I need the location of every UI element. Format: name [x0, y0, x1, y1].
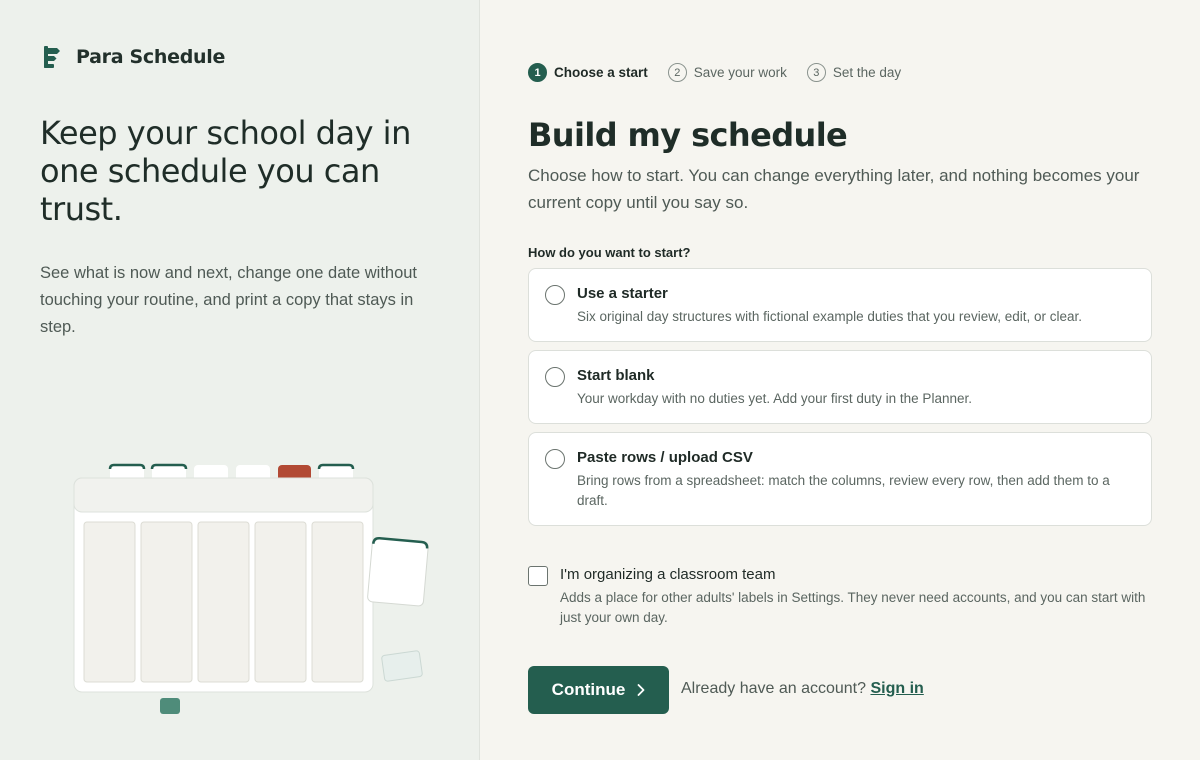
- sign-in-link[interactable]: Sign in: [870, 680, 923, 697]
- step-number: 3: [806, 63, 826, 82]
- option-title: Start blank: [577, 367, 655, 384]
- page-subtitle: Choose how to start. You can change ever…: [528, 166, 1140, 212]
- option-description: Six original day structures with fiction…: [577, 309, 1082, 324]
- option-start-blank[interactable]: Start blank Your workday with no duties …: [528, 350, 1152, 424]
- step-label: Set the day: [832, 65, 902, 80]
- option-use-starter[interactable]: Use a starter Six original day structure…: [528, 268, 1152, 342]
- signpost-logo-icon: [44, 46, 60, 68]
- option-paste-csv[interactable]: Paste rows / upload CSV Bring rows from …: [528, 432, 1152, 526]
- classroom-team-label[interactable]: I'm organizing a classroom team: [560, 566, 775, 583]
- progress-stepper: 1 Choose a start 2 Save your work 3 Set …: [528, 63, 901, 82]
- option-title: Paste rows / upload CSV: [577, 449, 753, 466]
- intro-panel: Para Schedule Keep your school day in on…: [0, 0, 480, 760]
- brand-name: Para Schedule: [76, 46, 226, 68]
- chevron-right-icon: [637, 684, 645, 696]
- signin-prompt: Already have an account?: [681, 680, 867, 697]
- radio-paste-csv[interactable]: [545, 449, 565, 469]
- continue-label: Continue: [551, 680, 626, 699]
- continue-button[interactable]: Continue: [528, 666, 669, 714]
- step-number: 1: [528, 63, 547, 82]
- onboarding-form: 1 Choose a start 2 Save your work 3 Set …: [528, 0, 1152, 760]
- radio-start-blank[interactable]: [545, 367, 565, 387]
- radio-use-starter[interactable]: [545, 285, 565, 305]
- option-description: Bring rows from a spreadsheet: match the…: [577, 473, 1110, 508]
- schedule-illustration: [73, 463, 429, 714]
- option-description: Your workday with no duties yet. Add you…: [577, 391, 972, 406]
- step-choose-start: 1 Choose a start: [528, 63, 648, 82]
- brand-logo[interactable]: Para Schedule: [40, 44, 225, 70]
- step-set-day: 3 Set the day: [806, 63, 902, 82]
- classroom-team-checkbox[interactable]: [528, 566, 548, 586]
- option-title: Use a starter: [577, 285, 668, 302]
- step-number: 2: [667, 63, 687, 82]
- signin-row: Already have an account? Sign in: [681, 680, 924, 698]
- illustration-columns: [83, 521, 364, 683]
- step-label: Choose a start: [554, 65, 648, 80]
- step-label: Save your work: [693, 65, 787, 80]
- hero-title: Keep your school day in one schedule you…: [40, 114, 411, 228]
- classroom-team-description: Adds a place for other adults' labels in…: [560, 590, 1146, 625]
- start-question-label: How do you want to start?: [528, 245, 691, 260]
- hero-text: See what is now and next, change one dat…: [40, 264, 418, 336]
- step-save-work: 2 Save your work: [667, 63, 787, 82]
- page-title: Build my schedule: [528, 116, 848, 154]
